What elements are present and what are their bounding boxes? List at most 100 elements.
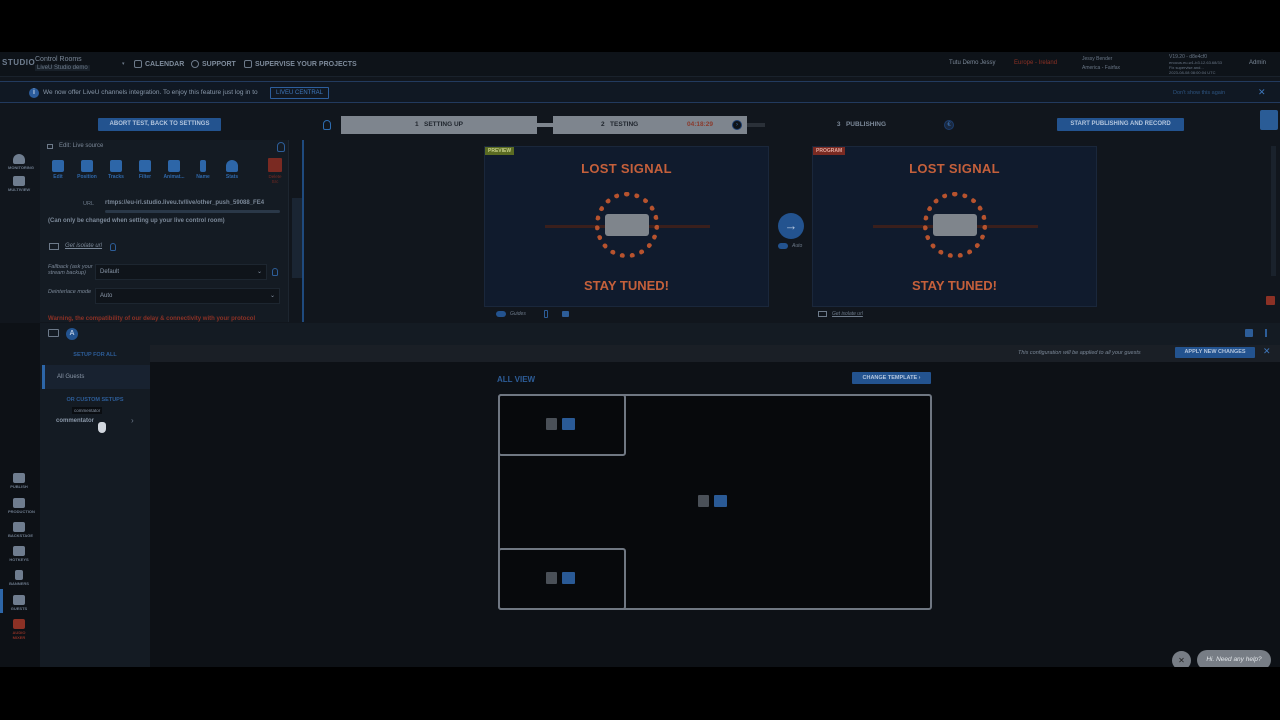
room-name[interactable]: LiveU Studio demo xyxy=(35,65,90,71)
change-template-button[interactable]: CHANGE TEMPLATE › xyxy=(852,372,931,384)
program-isolate-link[interactable]: Get isolate url xyxy=(832,311,863,317)
guides-toggle[interactable] xyxy=(496,311,506,317)
help-bulb-icon[interactable] xyxy=(277,142,285,152)
expand-icon[interactable] xyxy=(1245,329,1253,337)
control-rooms-title[interactable]: Control Rooms xyxy=(35,56,82,63)
testing-timer: 04:18:29 xyxy=(687,121,714,128)
tool-stats[interactable]: Stats xyxy=(218,160,246,180)
support-icon xyxy=(191,60,199,68)
admin-menu[interactable]: Admin xyxy=(1249,60,1266,66)
source-url[interactable]: rtmps://eu-irl.studio.liveu.tv/live/othe… xyxy=(105,200,264,206)
liveu-central-button[interactable]: LIVEU CENTRAL xyxy=(270,87,330,99)
sidebar-item-audio-mixer[interactable]: AUDIO MIXER xyxy=(8,619,30,640)
mobile-icon[interactable] xyxy=(544,310,548,318)
sidebar-item-backstage[interactable]: BACKSTAGE xyxy=(8,522,33,538)
step-publishing[interactable]: 3 PUBLISHING xyxy=(765,116,958,134)
tracks-icon xyxy=(110,160,122,172)
text-cursor-icon xyxy=(200,160,206,172)
layers-icon[interactable] xyxy=(562,311,569,317)
trash-icon[interactable] xyxy=(698,495,709,507)
guest-avatar[interactable]: A xyxy=(66,328,78,340)
fallback-select[interactable]: Default ⌄ xyxy=(95,264,267,280)
more-icon[interactable] xyxy=(1265,329,1267,337)
program-monitor[interactable]: PROGRAM LOST SIGNAL STAY TUNED! xyxy=(812,146,1097,307)
layout-canvas[interactable] xyxy=(498,394,932,610)
collapse-panel-handle[interactable] xyxy=(292,198,302,278)
tool-edit[interactable]: Edit xyxy=(44,160,72,180)
edit-icon[interactable] xyxy=(562,418,575,430)
user-name[interactable]: Jessy Bender xyxy=(1082,56,1112,62)
layout-slot[interactable] xyxy=(498,394,626,456)
source-edit-panel: Edit: Live source Edit Position Tracks F… xyxy=(40,140,289,322)
nav-calendar[interactable]: CALENDAR xyxy=(134,60,184,68)
wand-icon xyxy=(168,160,180,172)
sidebar-item-multiview[interactable]: MULTIVIEW xyxy=(8,176,30,192)
chevron-right-icon[interactable]: › xyxy=(131,416,134,425)
preview-monitor[interactable]: PREVIEW LOST SIGNAL STAY TUNED! xyxy=(484,146,769,307)
need-help-bubble[interactable]: Hi. Need any help? xyxy=(1197,650,1271,667)
guests-toolbar xyxy=(40,323,1280,345)
start-publishing-button[interactable]: START PUBLISHING AND RECORD xyxy=(1057,118,1184,131)
sidebar-item-hotkeys[interactable]: HOTKEYS xyxy=(8,546,30,562)
config-note: This configuration will be applied to al… xyxy=(1018,350,1141,356)
edit-icon[interactable] xyxy=(714,495,727,507)
sidebar-item-production[interactable]: PRODUCTION xyxy=(8,498,35,514)
tool-tracks[interactable]: Tracks xyxy=(102,160,130,180)
lightbulb-icon[interactable] xyxy=(323,120,331,130)
dont-show-again-link[interactable]: Don't show this again xyxy=(1173,90,1225,96)
tool-animate[interactable]: Animat... xyxy=(160,160,188,180)
chat-panel-icon[interactable] xyxy=(1260,110,1278,130)
get-isolate-url-link[interactable]: Get isolate url xyxy=(65,243,102,249)
panel-title: Edit: Live source xyxy=(59,143,104,149)
commentator-item[interactable]: commentator xyxy=(56,418,94,424)
trash-icon[interactable] xyxy=(546,572,557,584)
edit-icon[interactable] xyxy=(562,572,575,584)
banner-close-icon[interactable]: ✕ xyxy=(1258,87,1266,98)
studio-logo[interactable]: STUDIO xyxy=(2,58,35,67)
trash-icon[interactable] xyxy=(546,418,557,430)
plug-icon xyxy=(933,214,977,236)
auto-toggle[interactable] xyxy=(778,243,788,249)
sidebar-item-publish[interactable]: PUBLISH xyxy=(8,473,30,489)
guests-icon xyxy=(13,595,25,605)
panel-divider xyxy=(302,140,304,322)
grid-icon xyxy=(13,176,25,186)
room-dropdown-icon[interactable]: ▾ xyxy=(122,61,125,67)
apply-changes-button[interactable]: APPLY NEW CHANGES xyxy=(1175,347,1255,358)
tool-position[interactable]: Position xyxy=(73,160,101,180)
tool-filter[interactable]: Filter xyxy=(131,160,159,180)
all-guests-item[interactable]: All Guests xyxy=(42,365,150,389)
screen-icon xyxy=(818,311,827,317)
nav-supervise[interactable]: SUPERVISE YOUR PROJECTS xyxy=(244,60,357,68)
alert-icon[interactable] xyxy=(1266,296,1275,305)
layout-slot[interactable] xyxy=(498,548,626,610)
preview-tag: PREVIEW xyxy=(485,147,515,155)
keyboard-icon[interactable] xyxy=(48,329,59,337)
monitor-icon xyxy=(47,144,53,149)
isolate-help-icon[interactable] xyxy=(110,243,116,251)
sidebar-item-guests[interactable]: GUESTS xyxy=(8,595,30,611)
transition-arrow-button[interactable]: → xyxy=(778,213,804,239)
config-close-icon[interactable]: ✕ xyxy=(1263,346,1271,357)
abort-test-button[interactable]: ABORT TEST, BACK TO SETTINGS xyxy=(98,118,221,131)
step-arrow-icon[interactable]: › xyxy=(732,120,742,130)
all-view-heading: ALL VIEW xyxy=(497,375,536,384)
help-close-icon[interactable]: ✕ xyxy=(1172,651,1191,667)
delete-source-icon[interactable] xyxy=(268,158,282,172)
deinterlace-label: Deinterlace mode xyxy=(48,289,92,295)
step-testing[interactable]: 2 TESTING xyxy=(553,116,747,134)
fallback-help-icon[interactable] xyxy=(272,268,278,276)
deinterlace-select[interactable]: Auto ⌄ xyxy=(95,288,280,304)
org-selector[interactable]: Tutu Demo Jessy xyxy=(949,60,995,66)
tools-icon xyxy=(13,522,25,532)
tool-name[interactable]: Name xyxy=(189,160,217,180)
camera-icon xyxy=(13,498,25,508)
top-header: STUDIO Control Rooms LiveU Studio demo ▾… xyxy=(0,52,1280,77)
right-scrollbar[interactable] xyxy=(1271,146,1276,276)
region-selector[interactable]: Europe - Ireland xyxy=(1014,60,1057,66)
sidebar-item-banners[interactable]: BANNERS xyxy=(8,570,30,586)
info-icon: i xyxy=(29,88,39,98)
step-setting-up[interactable]: 1 SETTING UP xyxy=(341,116,537,134)
nav-support[interactable]: SUPPORT xyxy=(191,60,236,68)
sidebar-item-monitoring[interactable]: MONITORING xyxy=(8,154,34,170)
